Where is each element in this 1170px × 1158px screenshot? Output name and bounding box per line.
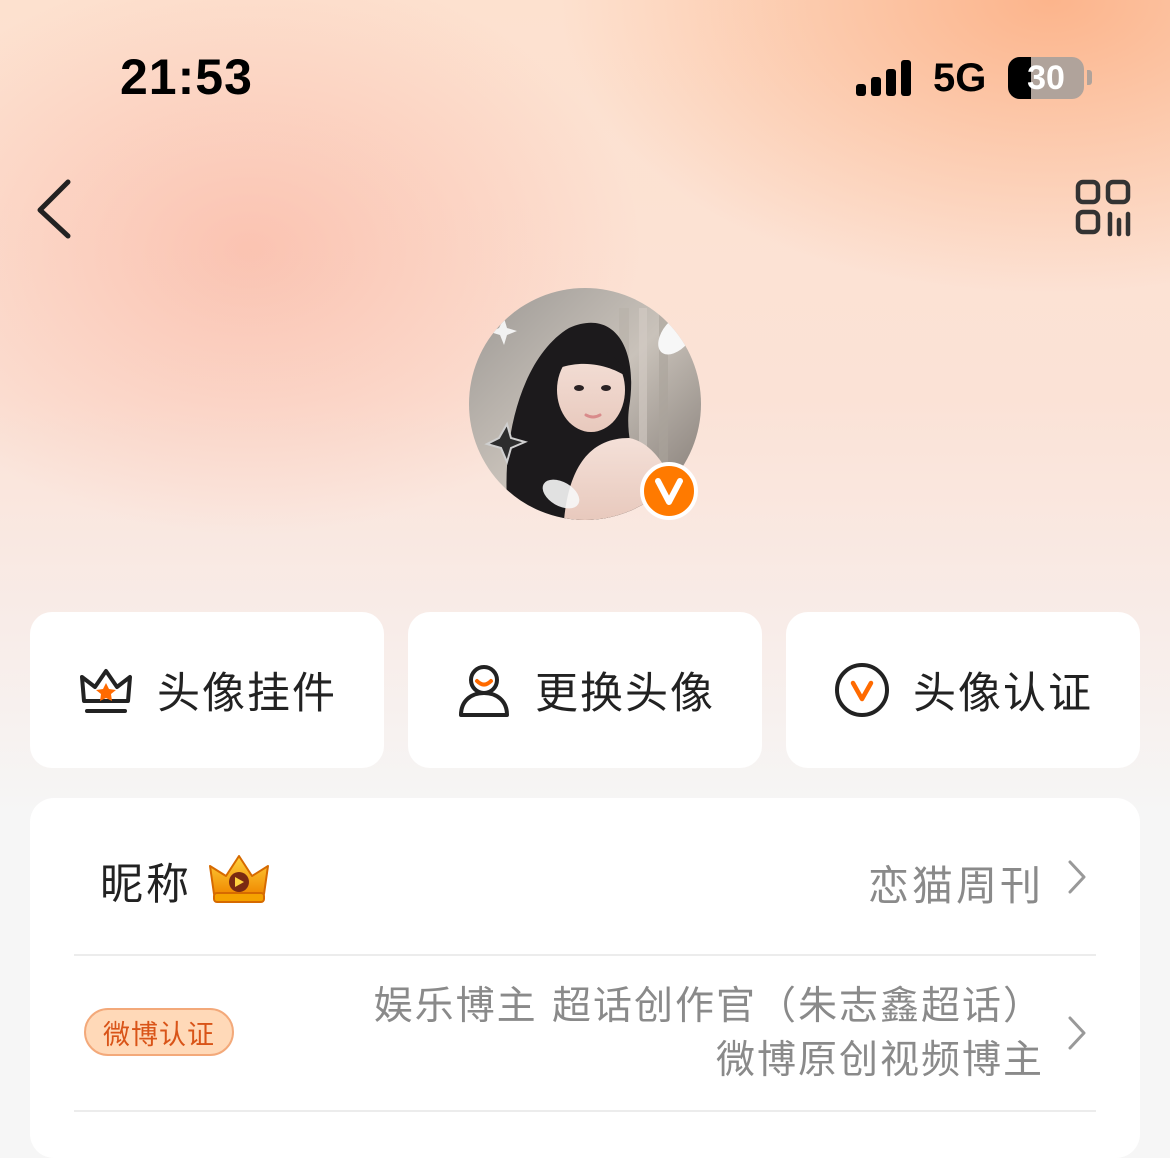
- crown-badge-icon: [209, 855, 269, 903]
- nickname-row[interactable]: 昵称 恋猫周刊: [30, 798, 1140, 954]
- chevron-left-icon: [37, 179, 71, 239]
- qr-code-button[interactable]: [1070, 176, 1136, 242]
- network-label: 5G: [933, 56, 987, 100]
- chevron-right-icon: [1068, 860, 1086, 894]
- avatar-verification-label: 头像认证: [913, 669, 1093, 719]
- certification-text: 娱乐博主 超话创作官（朱志鑫超话） 微博原创视频博主: [374, 980, 1044, 1088]
- status-time: 21:53: [120, 49, 253, 105]
- battery-level: 30: [1027, 59, 1065, 97]
- certification-line: 微博原创视频博主: [715, 1038, 1044, 1083]
- certification-badge: 微博认证: [84, 1008, 234, 1056]
- avatar-verification-button[interactable]: 头像认证: [786, 612, 1140, 768]
- nickname-label: 昵称: [100, 860, 192, 910]
- battery-icon: 30: [1008, 57, 1084, 99]
- chevron-right-icon: [1068, 1016, 1086, 1050]
- signal-icon: [856, 60, 916, 96]
- verified-v-icon: [640, 462, 698, 520]
- verified-circle-icon: [835, 663, 889, 717]
- avatar-pendant-button[interactable]: 头像挂件: [30, 612, 384, 768]
- user-icon: [459, 665, 509, 717]
- crown-frame-icon: [80, 669, 132, 713]
- qr-code-icon: [1075, 179, 1131, 237]
- profile-info-panel: 昵称 恋猫周刊 微博认证 娱乐博主 超话创作官（朱志鑫超话） 微博原创视频博主: [30, 798, 1140, 1158]
- change-avatar-label: 更换头像: [535, 669, 715, 719]
- battery-tip: [1087, 70, 1092, 85]
- divider: [74, 1110, 1096, 1112]
- change-avatar-button[interactable]: 更换头像: [408, 612, 762, 768]
- back-button[interactable]: [30, 170, 90, 250]
- certification-line: 娱乐博主 超话创作官（朱志鑫超话）: [373, 984, 1044, 1029]
- certification-row[interactable]: 微博认证 娱乐博主 超话创作官（朱志鑫超话） 微博原创视频博主: [30, 956, 1140, 1108]
- nickname-value: 恋猫周刊: [868, 862, 1044, 910]
- avatar-pendant-label: 头像挂件: [157, 669, 337, 719]
